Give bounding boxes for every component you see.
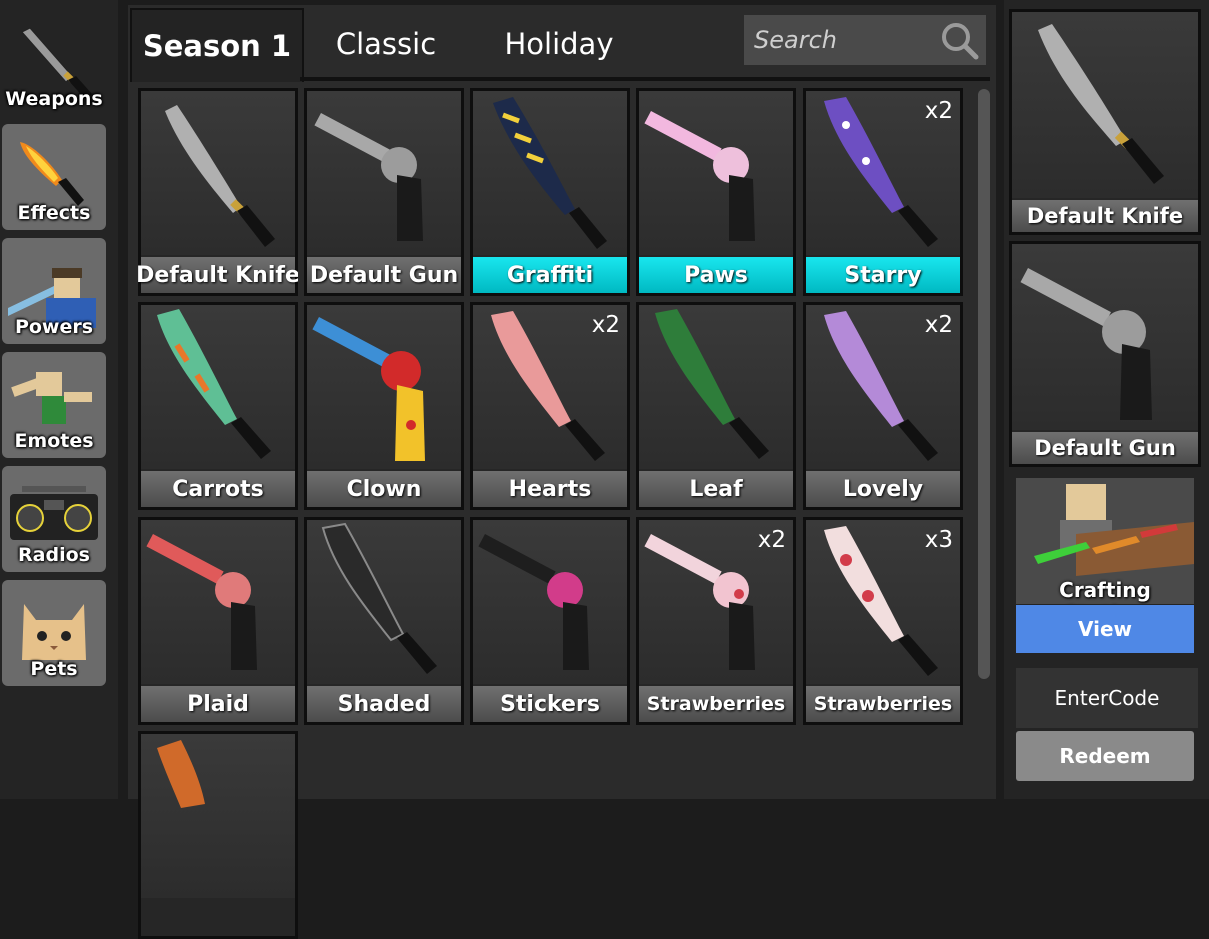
item-name: Paws [639, 257, 793, 293]
category-label: Pets [30, 658, 78, 680]
item-count: x2 [924, 312, 953, 338]
equipped-name: Default Gun [1012, 432, 1198, 464]
item-name: Lovely [806, 471, 960, 507]
item-card[interactable]: Stickers [470, 517, 630, 725]
item-name: Strawberries [806, 686, 960, 722]
category-label: Emotes [14, 430, 94, 452]
category-pets[interactable]: Pets [2, 580, 106, 686]
search-button[interactable] [938, 19, 982, 61]
item-card[interactable]: Clown [304, 302, 464, 510]
item-name: Shaded [307, 686, 461, 722]
item-name: Default Knife [138, 257, 298, 293]
item-name: Default Gun [307, 257, 461, 293]
item-name: Starry [806, 257, 960, 293]
item-count: x3 [924, 527, 953, 553]
knife-image [141, 305, 295, 469]
item-card[interactable]: Carrots [138, 302, 298, 510]
item-name: Leaf [639, 471, 793, 507]
gun-image [307, 305, 461, 469]
item-name: Carrots [141, 471, 295, 507]
knife-image [307, 520, 461, 684]
tab-divider [300, 77, 990, 81]
knife-image [1012, 12, 1198, 198]
equipped-name: Default Knife [1012, 200, 1198, 232]
redeem-button[interactable]: Redeem [1016, 731, 1194, 781]
item-card[interactable]: x2 Lovely [803, 302, 963, 510]
item-card[interactable]: x2 Starry [803, 88, 963, 296]
category-label: Weapons [5, 88, 103, 110]
knife-image [473, 91, 627, 255]
category-radios[interactable]: Radios [2, 466, 106, 572]
category-label: Effects [17, 202, 91, 224]
gun-image [473, 520, 627, 684]
search-box [744, 15, 986, 65]
item-card[interactable]: x2 Hearts [470, 302, 630, 510]
item-count: x2 [757, 527, 786, 553]
crafting-station-label: Crafting Station [1059, 578, 1151, 604]
item-count: x2 [924, 98, 953, 124]
tab-holiday[interactable]: Holiday [474, 8, 644, 80]
item-name: Clown [307, 471, 461, 507]
item-card[interactable]: Leaf [636, 302, 796, 510]
item-card[interactable]: Default Knife [138, 88, 298, 296]
item-card[interactable]: x3 Strawberries [803, 517, 963, 725]
code-input[interactable] [1016, 668, 1198, 728]
gun-image [639, 91, 793, 255]
item-card[interactable]: Shaded [304, 517, 464, 725]
category-powers[interactable]: Powers [2, 238, 106, 344]
equipped-panel: Default Knife Default Gun Crafting Stati… [1004, 0, 1209, 799]
tab-season-1[interactable]: Season 1 [130, 8, 304, 82]
item-card[interactable]: Default Gun [304, 88, 464, 296]
category-label: Radios [18, 544, 90, 566]
search-icon [942, 23, 979, 60]
category-effects[interactable]: Effects [2, 124, 106, 230]
category-weapons[interactable]: Weapons [2, 10, 106, 116]
category-label: Powers [14, 316, 94, 338]
equipped-knife-slot[interactable]: Default Knife [1009, 9, 1201, 235]
gun-image [1012, 244, 1198, 430]
item-count: x2 [591, 312, 620, 338]
category-sidebar: Weapons Effects Powers Emotes Radios Pet… [0, 0, 118, 799]
item-card[interactable]: x2 Strawberries [636, 517, 796, 725]
item-card[interactable]: Graffiti [470, 88, 630, 296]
item-name: Plaid [141, 686, 295, 722]
knife-image [639, 305, 793, 469]
equipped-gun-slot[interactable]: Default Gun [1009, 241, 1201, 467]
crafting-station[interactable]: Crafting Station [1016, 478, 1194, 604]
search-input[interactable] [752, 21, 936, 59]
gun-image [141, 520, 295, 684]
gun-image [307, 91, 461, 255]
item-name: Graffiti [473, 257, 627, 293]
category-emotes[interactable]: Emotes [2, 352, 106, 458]
scrollbar[interactable] [978, 89, 990, 679]
view-button[interactable]: View [1016, 605, 1194, 653]
item-card[interactable] [138, 731, 298, 939]
item-name: Stickers [473, 686, 627, 722]
knife-image [141, 734, 295, 898]
tab-classic[interactable]: Classic [304, 8, 468, 80]
item-name: Strawberries [639, 686, 793, 722]
item-name: Hearts [473, 471, 627, 507]
knife-image [141, 91, 295, 255]
item-card[interactable]: Plaid [138, 517, 298, 725]
item-card[interactable]: Paws [636, 88, 796, 296]
inventory-panel: Season 1 Classic Holiday Default Knife D… [128, 5, 996, 939]
